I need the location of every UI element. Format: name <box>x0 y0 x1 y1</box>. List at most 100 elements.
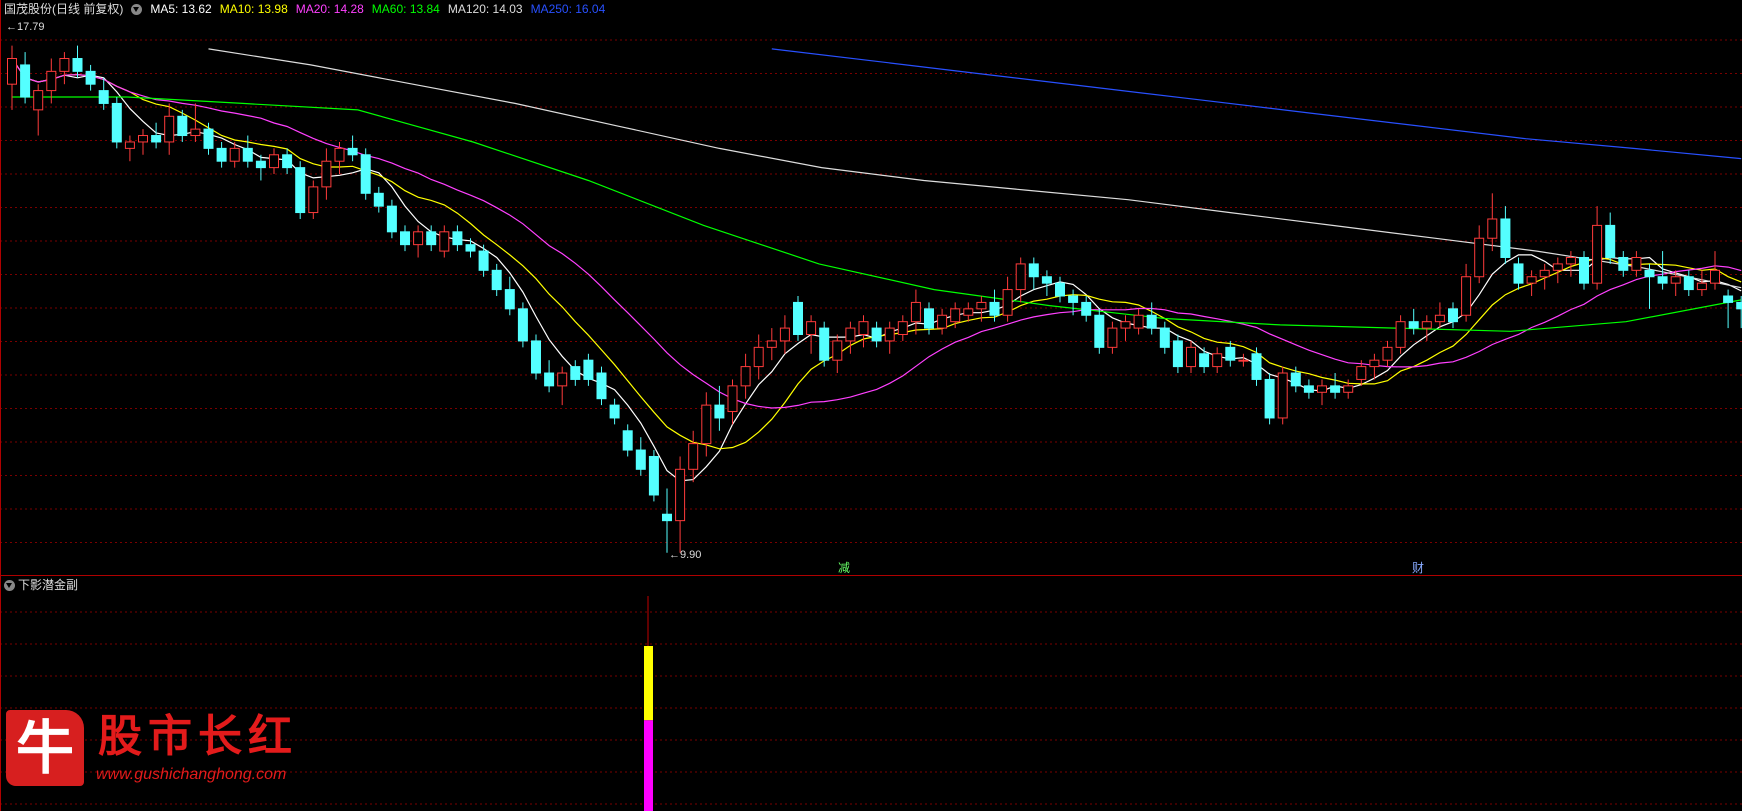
candle-body <box>1330 385 1341 393</box>
candle-body <box>858 321 869 336</box>
logo-char: 牛 <box>15 714 74 782</box>
candle-body <box>1133 314 1144 329</box>
candle <box>1303 379 1314 399</box>
candle <box>1552 257 1563 284</box>
candle <box>648 450 659 502</box>
candle-body <box>1238 359 1249 362</box>
candle <box>1055 276 1065 303</box>
candle <box>1513 257 1524 290</box>
candle-body <box>963 308 974 316</box>
candle <box>190 103 201 142</box>
candle <box>386 199 397 239</box>
ma120-line <box>208 48 1742 289</box>
candle <box>360 148 371 200</box>
candle <box>1251 347 1262 386</box>
sub-settings-toggle-icon[interactable] <box>4 580 15 591</box>
candle-body <box>635 449 646 470</box>
candle <box>1461 263 1472 322</box>
candle-body <box>727 385 738 413</box>
logo-title: 股市长红 <box>98 711 298 762</box>
candle <box>1644 263 1655 309</box>
candle-body <box>1670 276 1681 284</box>
candle-body <box>360 154 371 194</box>
candle-body <box>177 115 188 137</box>
candle <box>1120 315 1131 341</box>
candle <box>1369 353 1380 380</box>
candle <box>609 398 620 425</box>
candle <box>1448 302 1458 329</box>
event-marker-1: 减 <box>838 561 850 575</box>
candle-body <box>531 340 541 374</box>
candle <box>98 77 109 110</box>
candle-body <box>1696 282 1707 291</box>
candle-body <box>1474 237 1485 278</box>
ma10-label: MA10: 13.98 <box>219 2 288 16</box>
candle <box>1408 308 1419 335</box>
candle-body <box>7 58 17 85</box>
candle-body <box>793 301 803 336</box>
candle-body <box>1618 256 1629 271</box>
candle-body <box>1710 269 1720 284</box>
candle-body <box>1028 263 1039 278</box>
candle <box>1395 315 1406 354</box>
candle-body <box>1068 295 1079 303</box>
candle <box>1028 257 1039 290</box>
candle <box>1382 340 1393 367</box>
candle-body <box>1277 372 1288 419</box>
candle <box>884 321 895 354</box>
candle-body <box>1461 276 1472 316</box>
candle <box>845 321 856 354</box>
candle <box>1539 263 1550 290</box>
candle-body <box>255 160 266 169</box>
candle <box>871 321 882 348</box>
candle-body <box>1605 224 1616 258</box>
candle-body <box>819 327 830 361</box>
candle-body <box>478 250 489 271</box>
candle-body <box>229 147 240 162</box>
candle <box>688 430 699 483</box>
candle <box>1421 315 1432 341</box>
candle-body <box>295 167 306 214</box>
candle-body <box>1657 276 1668 284</box>
watermark-logo: 牛 股市长红 www.gushichanghong.com <box>6 704 306 788</box>
candle-body <box>1631 256 1642 271</box>
candle <box>1133 308 1144 335</box>
candle-body <box>910 301 921 323</box>
candle-body <box>1094 314 1105 348</box>
candlestick-chart[interactable]: ←17.79 ←9.90 减 财 <box>0 0 1742 811</box>
candle-body <box>897 321 908 336</box>
candle <box>1172 334 1183 374</box>
candle-body <box>884 327 895 342</box>
candle <box>1107 321 1118 354</box>
candle <box>819 321 830 367</box>
candle-body <box>701 404 712 445</box>
candle <box>1264 373 1275 425</box>
candle <box>1500 206 1511 264</box>
candle-body <box>347 147 358 156</box>
candle <box>111 97 122 149</box>
candle-body <box>491 269 502 291</box>
candle-body <box>675 468 686 522</box>
chart-annotations: ←17.79 ←9.90 减 财 <box>6 21 1424 575</box>
candle-body <box>1251 353 1262 380</box>
candle-body <box>1199 353 1210 368</box>
ma60-line <box>12 96 1742 332</box>
candle <box>308 180 319 219</box>
candle-body <box>583 359 594 380</box>
candle <box>714 385 725 431</box>
candle-body <box>1172 340 1183 368</box>
candle-body <box>976 301 987 310</box>
stock-title: 国茂股份(日线 前复权) <box>4 2 124 16</box>
candle <box>33 84 44 136</box>
candle-body <box>1487 218 1498 239</box>
candle <box>766 328 777 361</box>
candle-body <box>1395 321 1406 348</box>
candle-body <box>1539 269 1550 278</box>
settings-toggle-icon[interactable] <box>131 4 143 15</box>
candle-body <box>740 366 751 387</box>
ma250-label: MA250: 16.04 <box>530 2 606 16</box>
candle <box>544 360 555 393</box>
candle-body <box>1421 321 1432 329</box>
candle-body <box>1343 385 1354 393</box>
candle-body <box>452 231 463 246</box>
